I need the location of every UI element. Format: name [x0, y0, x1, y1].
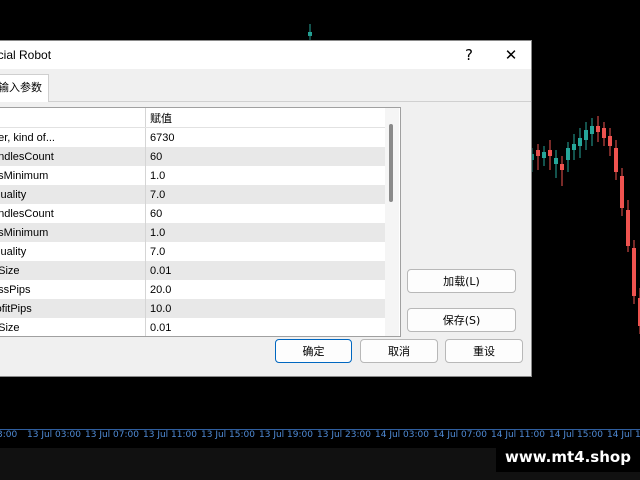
ok-button[interactable]: 确定 — [275, 339, 352, 363]
param-name: ber, kind of... — [0, 127, 146, 147]
param-value[interactable]: 7.0 — [146, 242, 387, 261]
time-axis-label: 13 Jul 11:00 — [143, 430, 197, 440]
dialog-titlebar[interactable]: ecial Robot ? ✕ — [0, 41, 531, 69]
time-axis-label: 13 Jul 19:00 — [259, 430, 313, 440]
column-header-name[interactable] — [0, 108, 146, 128]
candle-body — [590, 126, 594, 134]
table-row[interactable]: ossPips 20.0 — [0, 280, 386, 299]
candle-body — [548, 150, 552, 156]
param-value[interactable]: 6730 — [146, 128, 387, 148]
param-value[interactable]: 1.0 — [145, 223, 386, 242]
vertical-scrollbar[interactable] — [385, 108, 399, 336]
table-row[interactable]: eSize 0.01 — [0, 261, 386, 280]
param-name: andlesCount — [0, 147, 146, 166]
table-row[interactable]: andlesCount 60 — [0, 204, 386, 223]
inputs-dialog: ecial Robot ? ✕ 输入参数 赋值 ber, kind of... … — [0, 40, 532, 377]
candle-body — [632, 248, 636, 296]
time-axis-label: 13 Jul 03:00 — [27, 430, 81, 440]
param-name: andlesCount — [0, 204, 146, 223]
candle-body — [620, 176, 624, 208]
candle-body — [566, 148, 570, 160]
close-icon[interactable]: ✕ — [497, 43, 525, 67]
param-value[interactable]: 60 — [145, 147, 386, 166]
table-row[interactable]: ber, kind of... 6730 — [0, 127, 387, 148]
param-value[interactable]: 1.0 — [146, 166, 387, 185]
reset-button[interactable]: 重设 — [445, 339, 523, 363]
save-button[interactable]: 保存(S) — [407, 308, 516, 332]
candle-body — [608, 136, 612, 146]
column-header-value[interactable]: 赋值 — [145, 108, 386, 128]
param-name: ossPips — [0, 280, 146, 299]
question-mark-icon[interactable]: ? — [455, 43, 483, 67]
table-row[interactable]: psMinimum 1.0 — [0, 223, 386, 242]
parameters-grid: 赋值 ber, kind of... 6730 andlesCount 60 p… — [0, 108, 387, 336]
candle-body — [614, 148, 618, 172]
table-row[interactable]: psMinimum 1.0 — [0, 166, 386, 185]
candle-body — [554, 158, 558, 164]
tab-strip: 输入参数 — [0, 69, 531, 102]
candle-body — [626, 210, 630, 246]
candle-body — [596, 126, 600, 132]
time-axis-label: 3:00 — [0, 430, 18, 440]
candle-body — [572, 144, 576, 150]
parameters-table: 赋值 ber, kind of... 6730 andlesCount 60 p… — [0, 107, 401, 337]
time-axis-label: 13 Jul 23:00 — [317, 430, 371, 440]
candle-body — [536, 150, 540, 156]
table-row[interactable]: rofitPips 10.0 — [0, 299, 386, 318]
cancel-button[interactable]: 取消 — [360, 339, 438, 363]
candle-body — [602, 128, 606, 138]
time-axis-label: 14 Jul 15:00 — [549, 430, 603, 440]
param-value[interactable]: 0.01 — [146, 318, 387, 336]
dialog-title: ecial Robot — [0, 48, 52, 62]
time-axis-label: 14 Jul 07:00 — [433, 430, 487, 440]
param-name: psMinimum — [0, 166, 146, 185]
table-header: 赋值 — [0, 108, 386, 128]
param-value[interactable]: 0.01 — [145, 261, 386, 280]
tab-input-parameters[interactable]: 输入参数 — [0, 74, 49, 102]
load-button[interactable]: 加载(L) — [407, 269, 516, 293]
param-name: eSize — [0, 261, 146, 280]
candle-body — [308, 32, 312, 36]
scrollbar-thumb[interactable] — [389, 124, 393, 202]
param-name: eSize — [0, 318, 146, 336]
candle-body — [542, 152, 546, 158]
table-row[interactable]: Quality 7.0 — [0, 242, 386, 261]
candle-body — [578, 138, 582, 146]
time-axis-label: 13 Jul 15:00 — [201, 430, 255, 440]
param-name: rofitPips — [0, 299, 146, 318]
table-row[interactable]: andlesCount 60 — [0, 147, 386, 166]
param-value[interactable]: 60 — [146, 204, 387, 223]
param-value[interactable]: 20.0 — [146, 280, 387, 299]
time-axis-label: 14 Jul 19:00 — [607, 430, 640, 440]
param-name: Quality — [0, 185, 146, 204]
time-axis-label: 14 Jul 03:00 — [375, 430, 429, 440]
param-value[interactable]: 7.0 — [145, 185, 386, 204]
time-axis-label: 14 Jul 11:00 — [491, 430, 545, 440]
candle-body — [584, 130, 588, 140]
param-name: Quality — [0, 242, 146, 261]
candle-body — [560, 164, 564, 170]
watermark: www.mt4.shop — [496, 444, 640, 472]
param-value[interactable]: 10.0 — [145, 299, 386, 318]
param-name: psMinimum — [0, 223, 146, 242]
time-axis-label: 13 Jul 07:00 — [85, 430, 139, 440]
table-row[interactable]: Quality 7.0 — [0, 185, 386, 204]
table-row[interactable]: eSize 0.01 — [0, 318, 387, 336]
